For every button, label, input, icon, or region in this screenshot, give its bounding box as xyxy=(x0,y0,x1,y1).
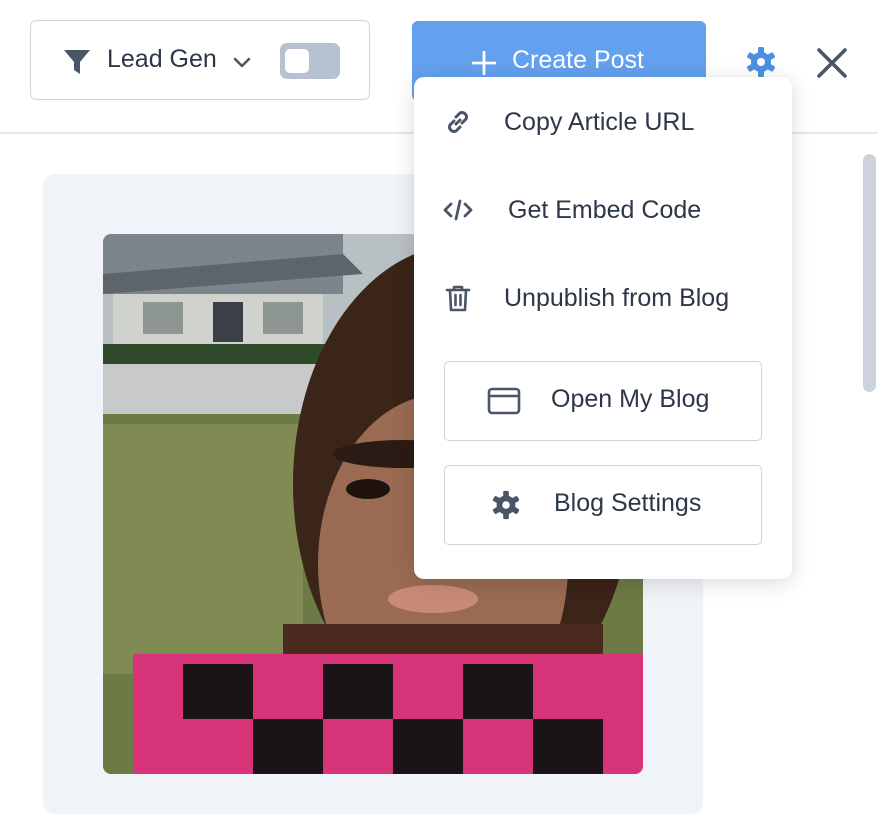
lead-gen-filter[interactable]: Lead Gen xyxy=(30,20,370,100)
menu-item-label: Unpublish from Blog xyxy=(504,284,730,312)
trash-icon xyxy=(445,285,471,312)
gear-icon xyxy=(492,490,520,520)
menu-item-unpublish[interactable]: Unpublish from Blog xyxy=(414,263,792,333)
create-post-label: Create Post xyxy=(512,46,645,74)
filter-label: Lead Gen xyxy=(107,45,217,73)
menu-item-embed-code[interactable]: Get Embed Code xyxy=(414,175,792,245)
blog-settings-label: Blog Settings xyxy=(554,489,702,517)
open-my-blog-label: Open My Blog xyxy=(551,385,710,413)
lead-gen-toggle[interactable] xyxy=(280,43,340,79)
blog-settings-button[interactable]: Blog Settings xyxy=(444,465,762,545)
open-my-blog-button[interactable]: Open My Blog xyxy=(444,361,762,441)
plus-icon xyxy=(472,51,496,75)
chevron-down-icon[interactable] xyxy=(231,52,253,72)
menu-item-label: Get Embed Code xyxy=(508,196,702,224)
link-icon xyxy=(448,111,468,133)
scrollbar[interactable] xyxy=(863,154,876,392)
filter-icon xyxy=(64,50,90,74)
close-icon[interactable] xyxy=(815,46,849,80)
browser-window-icon xyxy=(487,387,521,415)
gear-icon[interactable] xyxy=(744,45,778,79)
code-icon xyxy=(443,199,473,221)
menu-item-copy-url[interactable]: Copy Article URL xyxy=(414,87,792,157)
menu-item-label: Copy Article URL xyxy=(504,108,695,136)
toggle-knob xyxy=(285,49,309,73)
post-actions-menu: Copy Article URL Get Embed Code Unpublis… xyxy=(414,77,792,579)
